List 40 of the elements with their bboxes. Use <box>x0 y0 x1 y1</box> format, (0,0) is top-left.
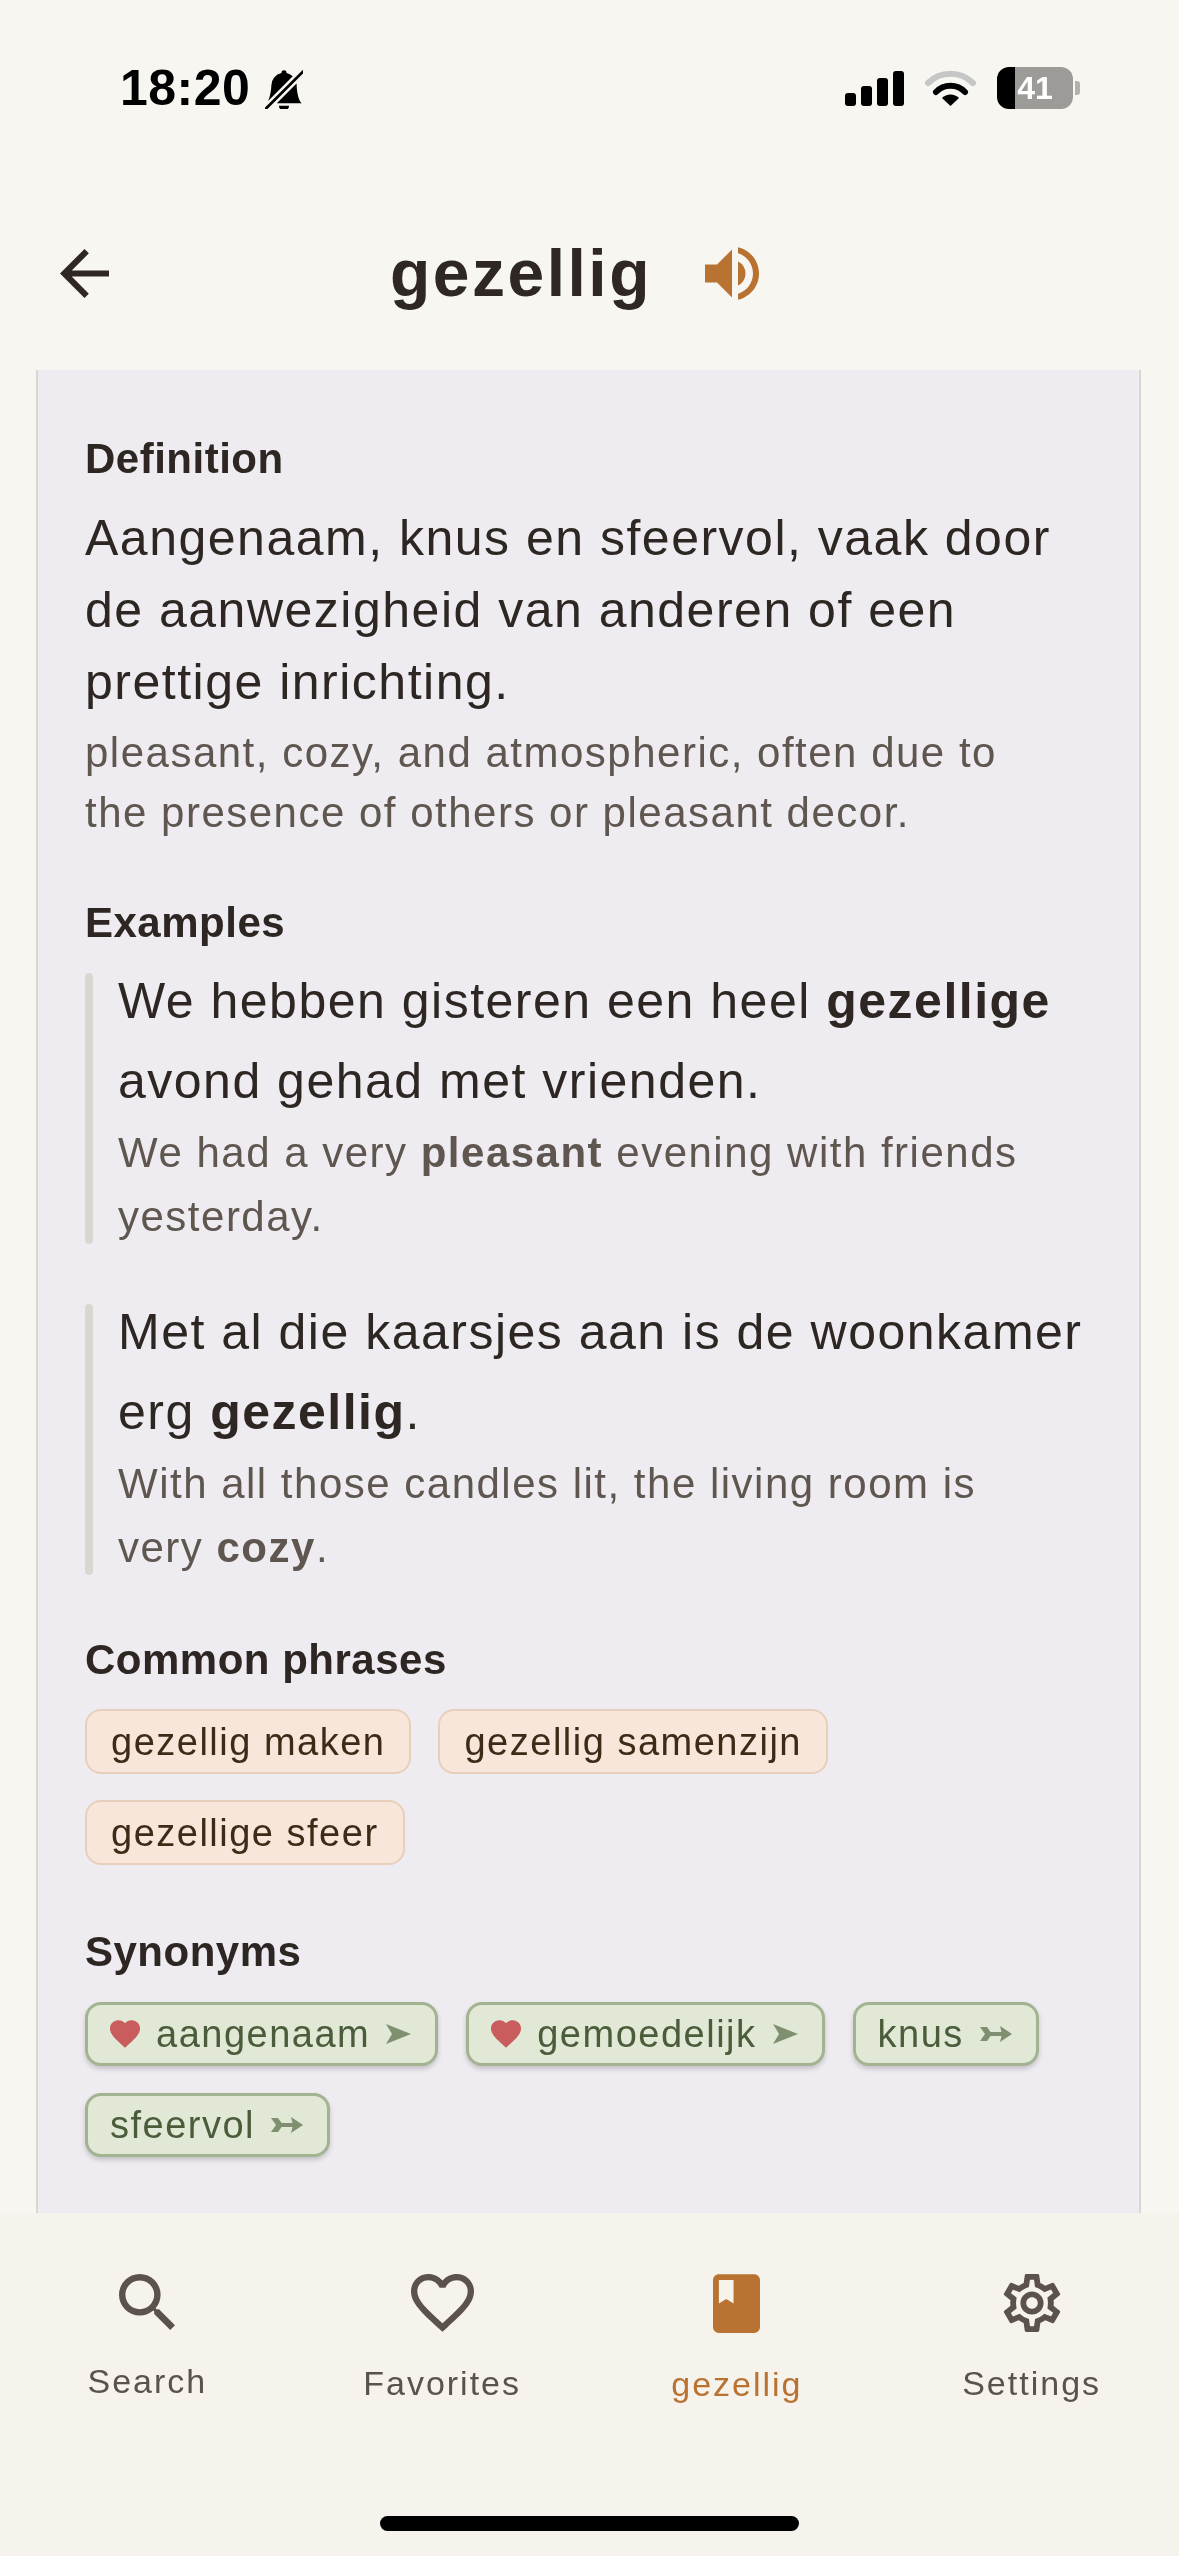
phrase-chip: gezellige sfeer <box>85 1800 405 1865</box>
synonym-chip[interactable]: aangenaam <box>85 2002 439 2066</box>
nav-tab[interactable]: Favorites <box>363 2274 522 2404</box>
word-title: gezellig <box>389 235 653 312</box>
arrow-icon <box>772 2024 798 2044</box>
section-heading: Common phrases <box>85 1635 448 1685</box>
book-icon <box>713 2274 761 2333</box>
arrow-icon <box>386 2024 412 2044</box>
heart-icon <box>110 2020 140 2048</box>
phrase-chip: gezellig samenzijn <box>438 1709 828 1774</box>
nav-tab[interactable]: Search <box>87 2274 208 2404</box>
search-icon <box>119 2274 176 2330</box>
example-sentence: Met al die kaarsjes aan is de woonkamer erg gezellig. <box>118 1303 1084 1442</box>
arrow-left-icon <box>60 248 109 298</box>
definition-text: Aangenaam, knus en sfeervol, vaak door de aanwezigheid van anderen of een prettige inrichting. <box>85 509 1052 712</box>
example-translation: With all those candles lit, the living room is very cozy. <box>118 1459 977 1573</box>
synonym-chip[interactable]: gemoedelijk <box>466 2002 825 2066</box>
pronounce-button[interactable] <box>705 246 760 300</box>
speaker-icon <box>705 246 760 300</box>
example-sentence: We hebben gisteren een heel gezellige avond gehad met vrienden. <box>118 972 1052 1111</box>
nav-tab[interactable]: Settings <box>962 2274 1102 2404</box>
heart-icon <box>410 2274 474 2332</box>
back-button[interactable] <box>60 248 109 298</box>
battery-indicator: 41 <box>997 67 1080 109</box>
nav-tab[interactable]: gezellig <box>671 2274 803 2404</box>
phrase-chip: gezellig maken <box>85 1709 412 1774</box>
definition-translation: pleasant, cozy, and atmospheric, often due to the presence of others or pleasant decor. <box>85 728 998 838</box>
status-time: 18:20 <box>120 59 251 118</box>
section-heading: Definition <box>85 434 285 484</box>
example-translation: We had a very pleasant evening with friends yesterday. <box>118 1128 1019 1242</box>
fletched-arrow-icon <box>979 2025 1012 2043</box>
settings-icon <box>1002 2274 1061 2332</box>
heart-icon <box>491 2020 522 2048</box>
signal-icon <box>845 70 904 106</box>
wifi-icon <box>925 70 976 106</box>
synonym-chip[interactable]: knus <box>852 2002 1039 2066</box>
section-heading: Synonyms <box>85 1927 303 1977</box>
fletched-arrow-icon <box>271 2116 304 2134</box>
synonym-chip[interactable]: sfeervol <box>85 2093 331 2157</box>
section-heading: Examples <box>85 898 287 948</box>
